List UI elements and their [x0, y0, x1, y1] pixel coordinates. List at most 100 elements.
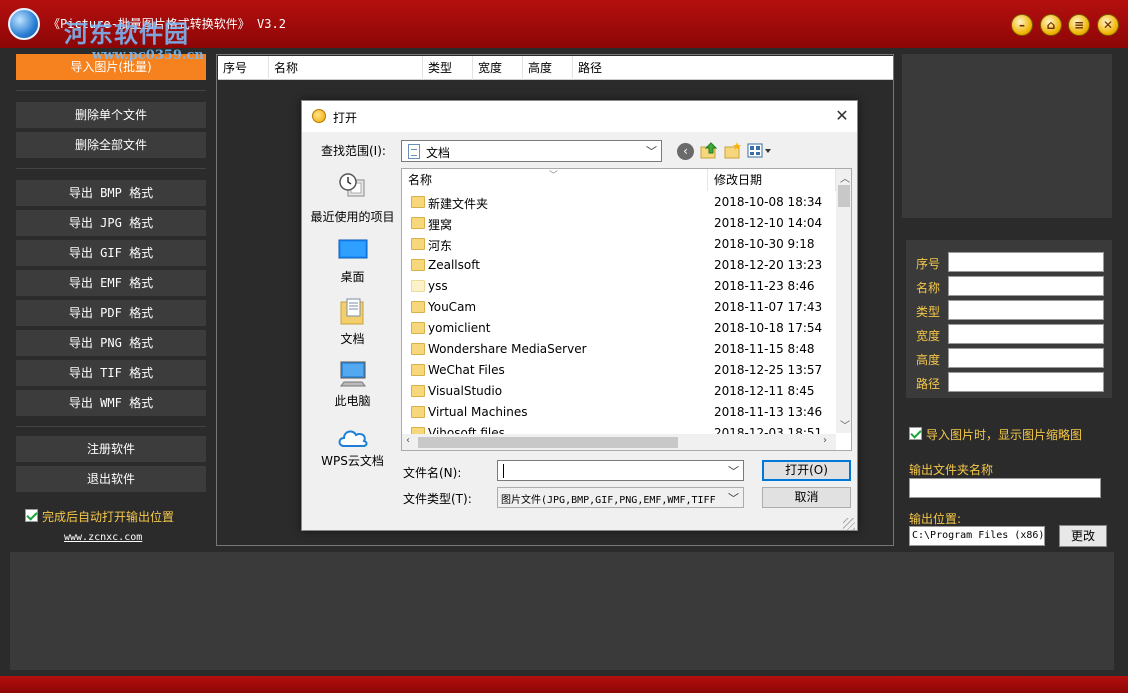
export-emf-button[interactable]: 导出 EMF 格式 [16, 270, 206, 296]
resize-grip[interactable] [843, 518, 855, 530]
register-button[interactable]: 注册软件 [16, 436, 206, 462]
export-pdf-button[interactable]: 导出 PDF 格式 [16, 300, 206, 326]
back-icon[interactable]: ‹ [677, 143, 694, 160]
place-desktop[interactable]: 桌面 [309, 236, 396, 296]
file-date: 2018-10-08 18:34 [714, 195, 823, 209]
export-format: WMF [92, 396, 130, 410]
file-date: 2018-12-20 13:23 [714, 258, 823, 272]
export-prefix: 导出 [68, 186, 93, 200]
export-png-button[interactable]: 导出 PNG 格式 [16, 330, 206, 356]
output-location-input[interactable]: C:\Program Files (x86) [909, 526, 1045, 546]
info-index-field[interactable] [948, 252, 1104, 272]
place-recent[interactable]: 最近使用的项目 [309, 172, 396, 232]
file-name: Virtual Machines [428, 405, 528, 419]
column-header-name[interactable]: 名称 ﹀ [402, 169, 708, 191]
info-height-field[interactable] [948, 348, 1104, 368]
file-list-item[interactable]: WeChat Files 2018-12-25 13:57 [402, 360, 836, 381]
column-header-index[interactable]: 序号 [218, 56, 269, 80]
file-list-item[interactable]: Wondershare MediaServer 2018-11-15 8:48 [402, 339, 836, 360]
export-prefix: 导出 [68, 396, 93, 410]
scroll-thumb[interactable] [418, 437, 678, 448]
file-list[interactable]: 名称 ﹀ 修改日期 新建文件夹 2018-10-08 18:34 狸窝 2018-1… [401, 168, 852, 451]
file-list-item[interactable]: VisualStudio 2018-12-11 8:45 [402, 381, 836, 402]
place-this-pc[interactable]: 此电脑 [309, 358, 396, 418]
file-list-item[interactable]: 河东 2018-10-30 9:18 [402, 234, 836, 255]
site-link[interactable]: www.zcnxc.com [64, 532, 142, 543]
skin-button[interactable]: ⌂ [1040, 14, 1062, 36]
info-type-field[interactable] [948, 300, 1104, 320]
column-header-name[interactable]: 名称 [269, 56, 423, 80]
scroll-up-icon[interactable]: ︿ [840, 170, 850, 185]
file-list-item[interactable]: Zeallsoft 2018-12-20 13:23 [402, 255, 836, 276]
folder-icon [411, 406, 425, 418]
export-suffix: 格式 [129, 366, 154, 380]
file-list-item[interactable]: yss 2018-11-23 8:46 [402, 276, 836, 297]
open-button[interactable]: 打开(O) [762, 460, 851, 481]
place-wps-cloud[interactable]: WPS云文档 [309, 422, 396, 482]
file-date: 2018-11-23 8:46 [714, 279, 815, 293]
cancel-button[interactable]: 取消 [762, 487, 851, 508]
auto-open-checkbox[interactable] [25, 509, 38, 522]
file-list-item[interactable]: Virtual Machines 2018-11-13 13:46 [402, 402, 836, 423]
export-format: GIF [92, 246, 130, 260]
file-list-item[interactable]: yomiclient 2018-10-18 17:54 [402, 318, 836, 339]
info-label-path: 路径 [916, 377, 941, 391]
file-date: 2018-11-13 13:46 [714, 405, 823, 419]
export-jpg-button[interactable]: 导出 JPG 格式 [16, 210, 206, 236]
show-thumbnail-label: 导入图片时，显示图片缩略图 [926, 428, 1083, 442]
sort-indicator-icon: ﹀ [549, 171, 559, 181]
file-name: yss [428, 279, 448, 293]
info-path-field[interactable] [948, 372, 1104, 392]
place-label: 桌面 [340, 270, 365, 284]
output-folder-name-input[interactable] [909, 478, 1101, 498]
up-folder-icon[interactable] [700, 141, 718, 160]
document-icon [408, 144, 420, 159]
file-list-item[interactable]: YouCam 2018-11-07 17:43 [402, 297, 836, 318]
file-list-item[interactable]: 狸窝 2018-12-10 14:04 [402, 213, 836, 234]
exit-button[interactable]: 退出软件 [16, 466, 206, 492]
export-tif-button[interactable]: 导出 TIF 格式 [16, 360, 206, 386]
export-wmf-button[interactable]: 导出 WMF 格式 [16, 390, 206, 416]
export-bmp-button[interactable]: 导出 BMP 格式 [16, 180, 206, 206]
scroll-right-icon[interactable]: › [823, 435, 827, 446]
column-header-path[interactable]: 路径 [573, 56, 893, 80]
desktop-icon [338, 239, 368, 259]
vertical-scrollbar[interactable]: ︿ ﹀ [836, 169, 851, 433]
look-in-label: 查找范围(I): [321, 144, 386, 158]
places-bar: 最近使用的项目 桌面 文档 此电脑 WPS云文档 [309, 168, 396, 524]
show-thumbnail-checkbox[interactable] [909, 427, 922, 440]
chevron-down-icon: ﹀ [646, 145, 657, 158]
file-list-item[interactable]: 新建文件夹 2018-10-08 18:34 [402, 192, 836, 213]
watermark-url: www.pc0359.cn [92, 48, 204, 63]
export-gif-button[interactable]: 导出 GIF 格式 [16, 240, 206, 266]
column-header-height[interactable]: 高度 [523, 56, 573, 80]
file-name-input[interactable]: ﹀ [497, 460, 744, 481]
horizontal-scrollbar[interactable]: ‹ › [402, 434, 836, 450]
output-location-label: 输出位置: [909, 512, 962, 526]
change-location-button[interactable]: 更改 [1059, 525, 1107, 547]
delete-single-button[interactable]: 删除单个文件 [16, 102, 206, 128]
info-width-field[interactable] [948, 324, 1104, 344]
close-button[interactable]: ✕ [1097, 14, 1119, 36]
look-in-dropdown[interactable]: 文档 ﹀ [401, 140, 662, 162]
export-suffix: 格式 [129, 186, 154, 200]
file-name: VisualStudio [428, 384, 503, 398]
chevron-down-icon[interactable]: ﹀ [728, 463, 739, 479]
view-menu-icon[interactable] [747, 142, 773, 160]
info-name-field[interactable] [948, 276, 1104, 296]
file-type-dropdown[interactable]: 图片文件(JPG,BMP,GIF,PNG,EMF,WMF,TIFF ﹀ [497, 487, 744, 508]
minimize-button[interactable]: – [1011, 14, 1033, 36]
export-prefix: 导出 [68, 336, 93, 350]
column-header-date[interactable]: 修改日期 [708, 169, 836, 191]
dialog-close-icon[interactable]: ✕ [832, 106, 852, 126]
scroll-down-icon[interactable]: ﹀ [840, 417, 850, 432]
delete-all-button[interactable]: 删除全部文件 [16, 132, 206, 158]
scroll-thumb[interactable] [838, 185, 850, 207]
menu-button[interactable]: ≡ [1068, 14, 1090, 36]
place-documents[interactable]: 文档 [309, 296, 396, 356]
column-header-width[interactable]: 宽度 [473, 56, 523, 80]
info-label-width: 宽度 [916, 329, 941, 343]
new-folder-icon[interactable] [724, 141, 742, 160]
column-header-type[interactable]: 类型 [423, 56, 473, 80]
scroll-left-icon[interactable]: ‹ [406, 435, 410, 446]
